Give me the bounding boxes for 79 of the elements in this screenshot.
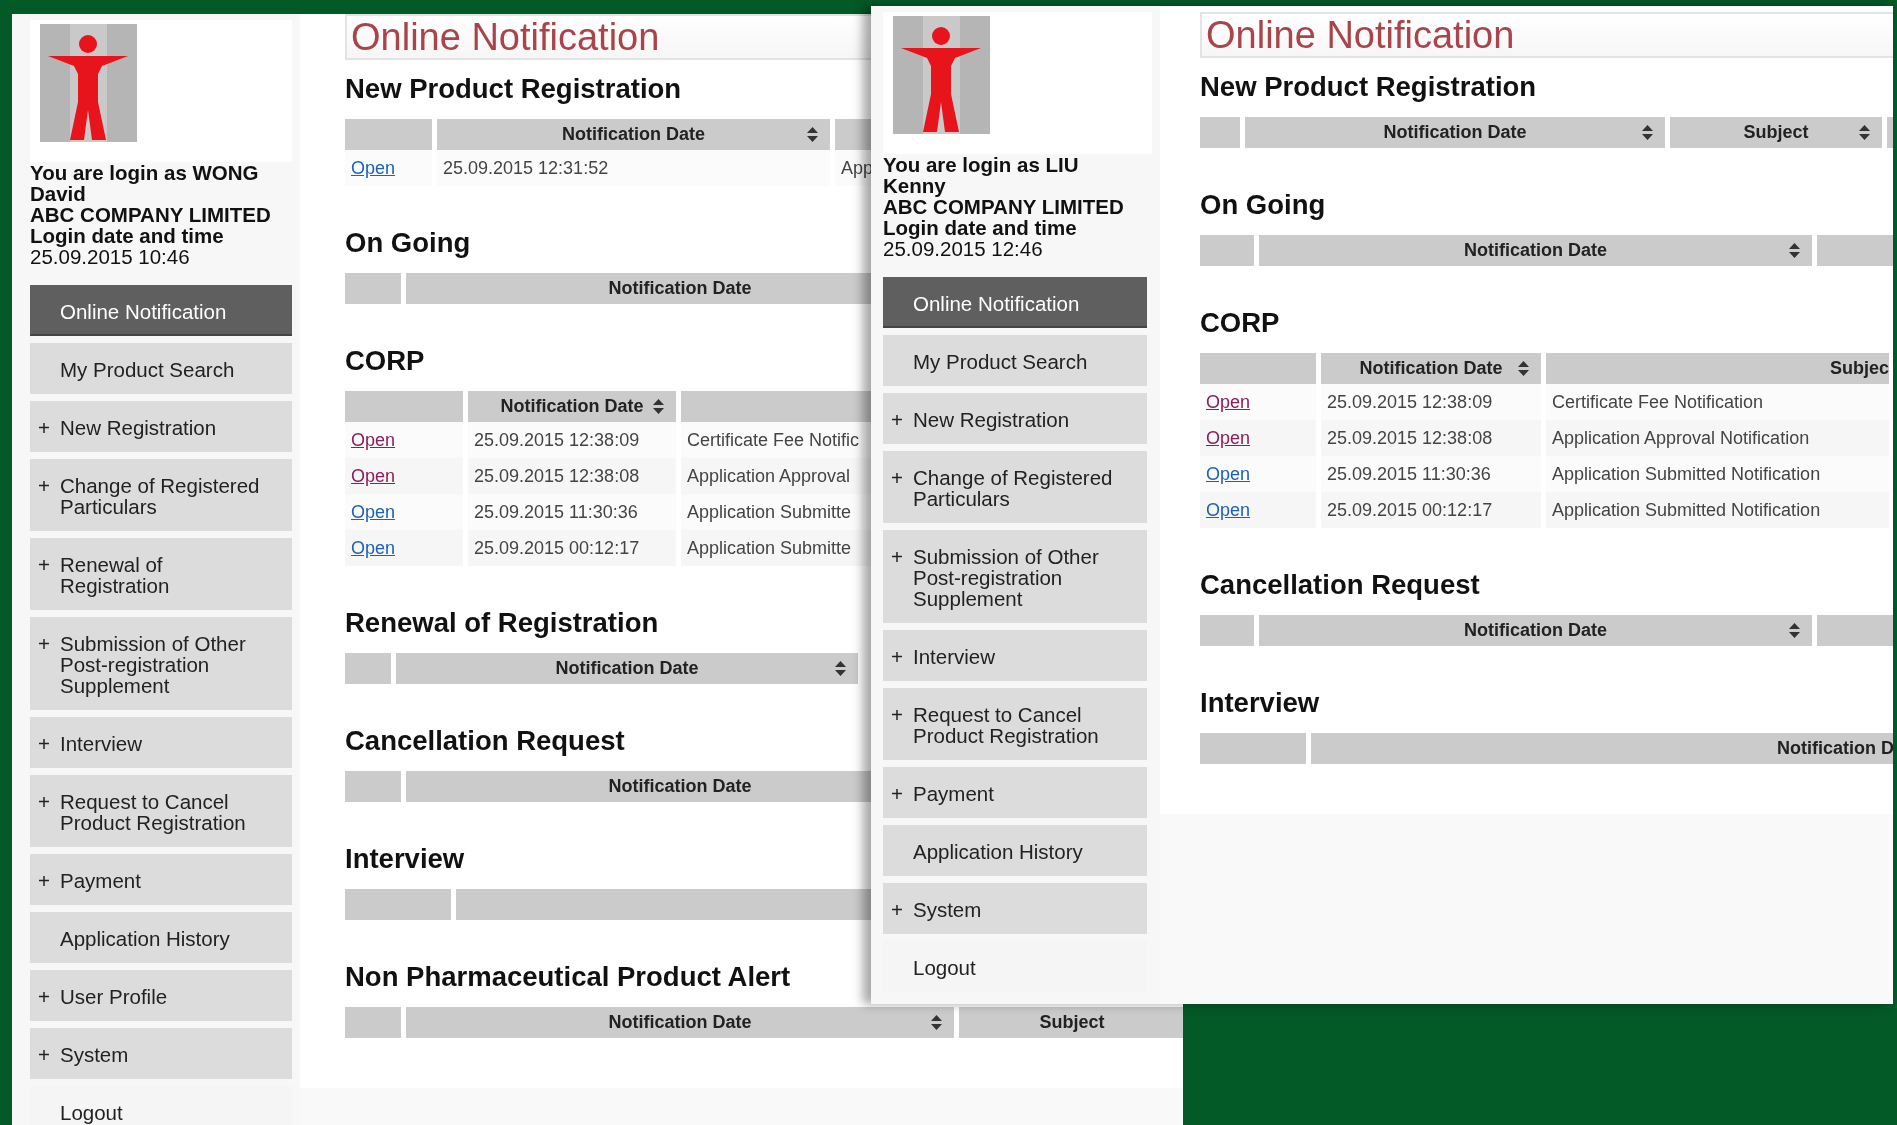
column-header[interactable]: Notification Date xyxy=(1259,235,1812,266)
user-info-text: Login date and time xyxy=(883,217,1078,238)
sort-icon[interactable] xyxy=(931,1015,942,1030)
menu-item[interactable]: + Payment xyxy=(30,854,292,905)
date-cell: 25.09.2015 11:30:36 xyxy=(1321,456,1541,492)
column-header[interactable]: Subject xyxy=(1670,117,1882,148)
menu-item[interactable]: Application History xyxy=(883,825,1147,876)
section-heading: On Going xyxy=(1200,190,1326,220)
section-heading: Cancellation Request xyxy=(1200,570,1480,600)
menu-item[interactable]: + Submission of Other Post-registration Supplement xyxy=(30,617,292,710)
user-info-text: ABC COMPANY LIMITED xyxy=(883,196,1125,217)
column-header[interactable]: Notification Date xyxy=(406,1007,954,1038)
menu-item[interactable]: + Change of Registered Particulars xyxy=(30,459,292,531)
subject-cell: Certificate Fee Notification xyxy=(1546,384,1889,420)
column-header: Notification D xyxy=(1311,733,1893,764)
column-header: Subjec xyxy=(1546,353,1889,384)
menu-item[interactable]: My Product Search xyxy=(883,335,1147,386)
section-heading: CORP xyxy=(345,346,425,376)
logo-icon xyxy=(40,24,137,142)
section-heading: New Product Registration xyxy=(1200,72,1537,102)
column-header[interactable]: Notification Date xyxy=(1245,117,1665,148)
user-info-text: 25.09.2015 10:46 xyxy=(30,246,191,267)
menu-item[interactable]: + Payment xyxy=(883,767,1147,818)
sort-icon[interactable] xyxy=(653,399,664,414)
section-heading: New Product Registration xyxy=(345,74,682,104)
page-title: Online Notification xyxy=(1200,12,1893,58)
section-heading: On Going xyxy=(345,228,471,258)
sort-icon[interactable] xyxy=(835,661,846,676)
column-header[interactable]: Notification Date xyxy=(1259,615,1812,646)
sort-icon[interactable] xyxy=(1518,361,1529,376)
sort-icon[interactable] xyxy=(1789,243,1800,258)
section-heading: Cancellation Request xyxy=(345,726,625,756)
user-info-text: ABC COMPANY LIMITED xyxy=(30,204,272,225)
date-cell: 25.09.2015 00:12:17 xyxy=(1321,492,1541,528)
menu-item[interactable]: Online Notification xyxy=(30,285,292,336)
menu-item[interactable]: + Request to Cancel Product Registration xyxy=(30,775,292,847)
user-info-text: Login date and time xyxy=(30,225,225,246)
section-heading: Interview xyxy=(345,844,465,874)
menu-item[interactable]: + User Profile xyxy=(30,970,292,1021)
date-cell: 25.09.2015 12:38:09 xyxy=(1321,384,1541,420)
section-heading: Renewal of Registration xyxy=(345,608,659,638)
date-cell: 25.09.2015 12:38:09 xyxy=(468,422,676,458)
menu-item[interactable]: + System xyxy=(883,883,1147,934)
menu-item[interactable]: + Renewal of Registration xyxy=(30,538,292,610)
sort-icon[interactable] xyxy=(1642,125,1653,140)
user-info-text: You are login as WONG David xyxy=(30,162,260,204)
section-heading: Interview xyxy=(1200,688,1320,718)
logo-icon xyxy=(893,16,990,134)
menu-item[interactable]: + Submission of Other Post-registration Supplement xyxy=(883,530,1147,623)
menu-item[interactable]: + Interview xyxy=(30,717,292,768)
user-info-text: 25.09.2015 12:46 xyxy=(883,238,1044,259)
menu-item[interactable]: + New Registration xyxy=(883,393,1147,444)
date-cell: 25.09.2015 12:31:52 xyxy=(437,150,830,186)
column-header[interactable]: Notification Date xyxy=(396,653,858,684)
section-heading: Non Pharmaceutical Product Alert xyxy=(345,962,791,992)
user-info-text: You are login as LIU Kenny xyxy=(883,154,1080,196)
menu-item[interactable]: + System xyxy=(30,1028,292,1079)
subject-cell: Application Approval Notification xyxy=(1546,420,1889,456)
menu-item[interactable]: My Product Search xyxy=(30,343,292,394)
date-cell: 25.09.2015 12:38:08 xyxy=(468,458,676,494)
subject-cell: Application Submitted Notification xyxy=(1546,492,1889,528)
menu-item[interactable]: + Change of Registered Particulars xyxy=(883,451,1147,523)
date-cell: 25.09.2015 11:30:36 xyxy=(468,494,676,530)
column-header[interactable]: Notification Date xyxy=(1321,353,1541,384)
menu-item[interactable]: + Interview xyxy=(883,630,1147,681)
column-header[interactable]: Notification Date xyxy=(468,391,676,422)
subject-cell: Application Submitted Notification xyxy=(1546,456,1889,492)
column-header[interactable]: Notification Date xyxy=(437,119,830,150)
sort-icon[interactable] xyxy=(1789,623,1800,638)
column-header: Subject xyxy=(959,1007,1183,1038)
date-cell: 25.09.2015 00:12:17 xyxy=(468,530,676,566)
menu-item[interactable]: Application History xyxy=(30,912,292,963)
menu-item[interactable]: Online Notification xyxy=(883,277,1147,328)
menu-item[interactable]: + New Registration xyxy=(30,401,292,452)
section-heading: CORP xyxy=(1200,308,1280,338)
menu-item[interactable]: + Request to Cancel Product Registration xyxy=(883,688,1147,760)
date-cell: 25.09.2015 12:38:08 xyxy=(1321,420,1541,456)
sort-icon[interactable] xyxy=(1859,125,1870,140)
sort-icon[interactable] xyxy=(807,127,818,142)
